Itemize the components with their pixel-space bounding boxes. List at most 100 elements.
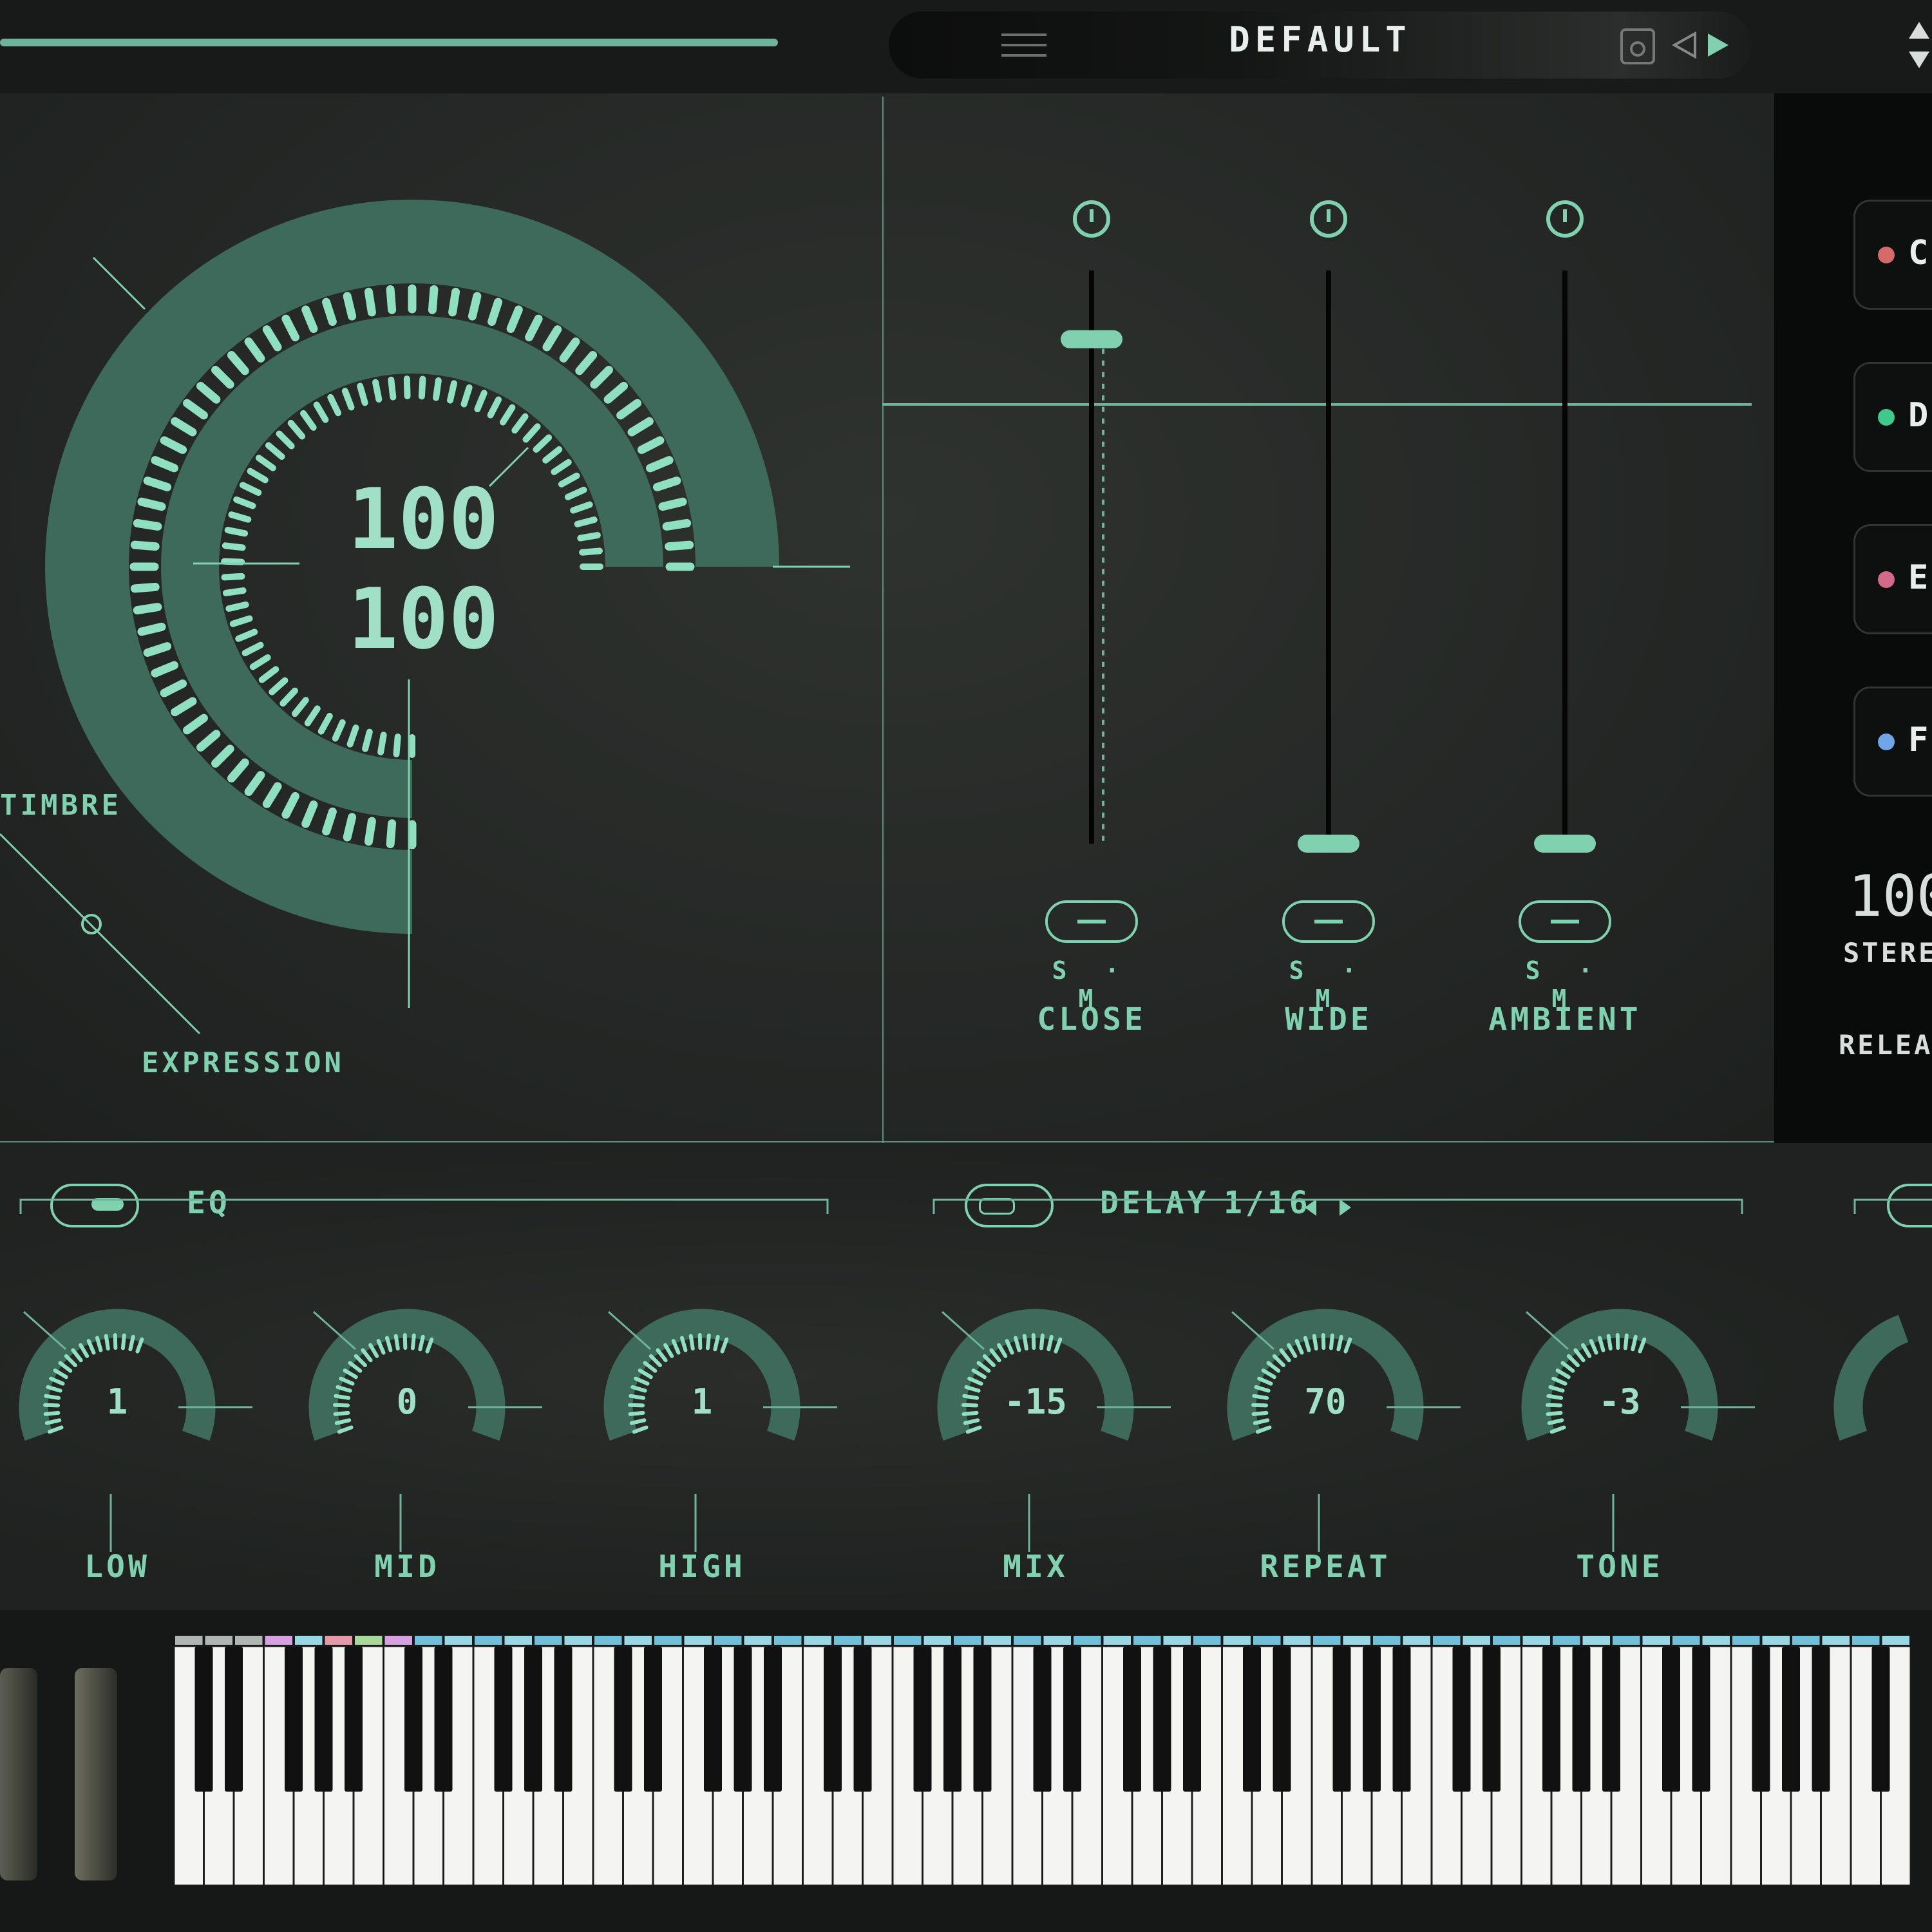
knob-tick: [1555, 1368, 1571, 1379]
dial-outer-tick: [322, 298, 337, 327]
key-range-marker: [504, 1636, 532, 1645]
mod-wheel[interactable]: [75, 1668, 117, 1880]
knob-tick: [402, 1333, 408, 1350]
knob-tick: [348, 1361, 363, 1373]
dial-outer-tick: [262, 782, 282, 808]
articulation-e[interactable]: E: [1853, 524, 1932, 634]
dial-outer-tick: [130, 582, 160, 593]
dial-outer-tick: [171, 417, 197, 437]
dial-inner-tick: [393, 734, 401, 757]
dial-inner-tick: [446, 380, 457, 404]
piano-keyboard[interactable]: [174, 1633, 1932, 1890]
dial-outer-tick: [281, 314, 299, 342]
arrows-icon[interactable]: [1906, 19, 1932, 71]
articulation-c[interactable]: C: [1853, 200, 1932, 310]
knob-tick: [1589, 1339, 1598, 1355]
key-range-marker: [923, 1636, 951, 1645]
knob-value-mid[interactable]: 0: [343, 1381, 471, 1422]
dial-inner-tick: [265, 442, 285, 460]
next-icon[interactable]: [1705, 31, 1731, 59]
prev-icon[interactable]: [1671, 31, 1698, 59]
black-key: [1572, 1647, 1591, 1792]
knob-tick: [64, 1354, 77, 1367]
dial-outer-tick: [281, 791, 299, 819]
dial-outer-tick: [343, 292, 357, 321]
knob-tick: [410, 1333, 416, 1350]
articulation-f[interactable]: F: [1853, 687, 1932, 797]
key-range-marker: [235, 1636, 263, 1645]
knob-tick: [663, 1343, 674, 1358]
preset-name[interactable]: DEFAULT: [1095, 19, 1546, 60]
dial-outer-tick: [137, 497, 166, 511]
key-range-marker: [744, 1636, 772, 1645]
dial-inner-tick: [247, 468, 269, 484]
knob-tick: [1321, 1333, 1326, 1350]
knob-value-tone[interactable]: -3: [1555, 1381, 1684, 1422]
knob-value-low[interactable]: 1: [53, 1381, 182, 1422]
dial-inner-tick: [487, 396, 502, 419]
black-key: [1243, 1647, 1261, 1792]
key-range-marker: [1133, 1636, 1161, 1645]
key-range-marker: [1014, 1636, 1041, 1645]
key-range-marker: [415, 1636, 442, 1645]
dial-outer-tick: [244, 771, 265, 796]
black-key: [225, 1647, 243, 1792]
knob-value-high[interactable]: 1: [638, 1381, 766, 1422]
knob-value-repeat[interactable]: 70: [1261, 1381, 1390, 1422]
dial-outer-tick: [448, 287, 460, 317]
dial-outer-tick: [130, 540, 160, 551]
dial-inner-tick: [258, 666, 279, 683]
articulation-d[interactable]: D: [1853, 362, 1932, 472]
knob-tick: [643, 1361, 658, 1373]
pitch-wheel[interactable]: [0, 1668, 37, 1880]
dial-outer-tick: [637, 436, 665, 454]
dial-inner-tick: [558, 472, 580, 488]
black-key: [1812, 1647, 1830, 1792]
key-range-marker: [1762, 1636, 1790, 1645]
dial-value-top: 100: [348, 470, 499, 568]
knob-tick: [705, 1333, 711, 1350]
dial-outer-tick: [386, 285, 397, 314]
key-range-marker: [1223, 1636, 1251, 1645]
stereo-value[interactable]: 100: [1848, 863, 1932, 929]
dial-inner-tick: [235, 629, 258, 642]
dial-outer-tick: [506, 305, 523, 333]
dial-inner-tick: [304, 705, 321, 726]
black-key: [1482, 1647, 1501, 1792]
key-range-marker: [1463, 1636, 1490, 1645]
knob-tick: [638, 1368, 653, 1379]
dial-outer-tick: [143, 477, 172, 491]
key-range-marker: [774, 1636, 802, 1645]
knob-tick: [1294, 1339, 1304, 1355]
black-key: [764, 1647, 782, 1792]
dial-inner-tick: [221, 573, 245, 581]
black-key: [1692, 1647, 1710, 1792]
articulation-letter: F: [1908, 721, 1929, 759]
black-key: [194, 1647, 213, 1792]
key-range-marker: [894, 1636, 922, 1645]
black-key: [1123, 1647, 1141, 1792]
dial-outer-tick: [386, 819, 397, 849]
dial-outer-tick: [262, 325, 282, 352]
key-range-marker: [1792, 1636, 1820, 1645]
dial-outer-tick: [227, 351, 249, 375]
articulation-letter: E: [1908, 558, 1929, 597]
dial-inner-tick: [377, 732, 387, 755]
black-key: [434, 1647, 453, 1792]
black-key: [1602, 1647, 1620, 1792]
key-range-marker: [355, 1636, 383, 1645]
black-key: [734, 1647, 752, 1792]
black-key: [1452, 1647, 1471, 1792]
dial-inner-tick: [317, 712, 333, 735]
key-range-marker: [983, 1636, 1011, 1645]
dial-inner-tick: [403, 375, 411, 400]
black-key: [345, 1647, 363, 1792]
dial-inner-tick: [522, 423, 541, 443]
dial-outer-tick: [211, 366, 234, 389]
knob-tick: [58, 1361, 73, 1373]
knob-value-mix[interactable]: -15: [971, 1381, 1100, 1422]
black-key: [1273, 1647, 1291, 1792]
knob-tick: [354, 1354, 367, 1367]
save-icon[interactable]: [1619, 26, 1656, 66]
menu-icon[interactable]: [1001, 31, 1046, 59]
